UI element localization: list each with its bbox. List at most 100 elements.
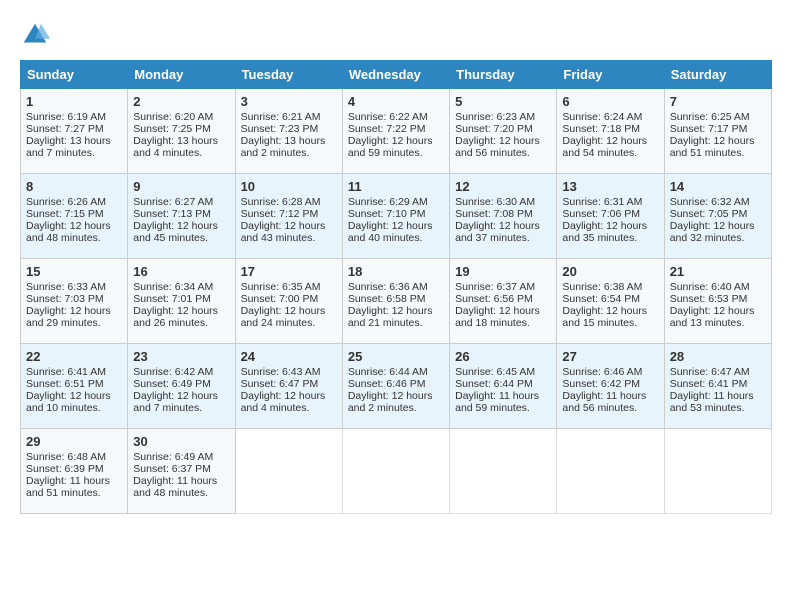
day-number: 10	[241, 179, 337, 194]
day-number: 14	[670, 179, 766, 194]
col-header-thursday: Thursday	[450, 61, 557, 89]
sunset-text: Sunset: 7:17 PM	[670, 123, 748, 135]
calendar-week-row: 22 Sunrise: 6:41 AM Sunset: 6:51 PM Dayl…	[21, 344, 772, 429]
sunset-text: Sunset: 7:06 PM	[562, 208, 640, 220]
day-number: 3	[241, 94, 337, 109]
calendar-cell	[342, 429, 449, 514]
calendar-cell: 24 Sunrise: 6:43 AM Sunset: 6:47 PM Dayl…	[235, 344, 342, 429]
sunrise-text: Sunrise: 6:23 AM	[455, 111, 535, 123]
calendar-cell: 10 Sunrise: 6:28 AM Sunset: 7:12 PM Dayl…	[235, 174, 342, 259]
sunset-text: Sunset: 6:56 PM	[455, 293, 533, 305]
calendar-week-row: 15 Sunrise: 6:33 AM Sunset: 7:03 PM Dayl…	[21, 259, 772, 344]
sunrise-text: Sunrise: 6:31 AM	[562, 196, 642, 208]
daylight-text: Daylight: 12 hours and 4 minutes.	[241, 390, 326, 414]
sunrise-text: Sunrise: 6:38 AM	[562, 281, 642, 293]
calendar-week-row: 29 Sunrise: 6:48 AM Sunset: 6:39 PM Dayl…	[21, 429, 772, 514]
day-number: 6	[562, 94, 658, 109]
logo	[20, 20, 54, 50]
daylight-text: Daylight: 12 hours and 37 minutes.	[455, 220, 540, 244]
calendar-cell: 15 Sunrise: 6:33 AM Sunset: 7:03 PM Dayl…	[21, 259, 128, 344]
sunrise-text: Sunrise: 6:49 AM	[133, 451, 213, 463]
sunset-text: Sunset: 7:00 PM	[241, 293, 319, 305]
sunrise-text: Sunrise: 6:35 AM	[241, 281, 321, 293]
page-header	[20, 20, 772, 50]
sunrise-text: Sunrise: 6:19 AM	[26, 111, 106, 123]
col-header-friday: Friday	[557, 61, 664, 89]
day-number: 28	[670, 349, 766, 364]
daylight-text: Daylight: 12 hours and 7 minutes.	[133, 390, 218, 414]
sunset-text: Sunset: 7:22 PM	[348, 123, 426, 135]
calendar-week-row: 8 Sunrise: 6:26 AM Sunset: 7:15 PM Dayli…	[21, 174, 772, 259]
sunrise-text: Sunrise: 6:41 AM	[26, 366, 106, 378]
sunset-text: Sunset: 7:27 PM	[26, 123, 104, 135]
sunset-text: Sunset: 6:37 PM	[133, 463, 211, 475]
sunrise-text: Sunrise: 6:26 AM	[26, 196, 106, 208]
col-header-tuesday: Tuesday	[235, 61, 342, 89]
calendar-cell: 9 Sunrise: 6:27 AM Sunset: 7:13 PM Dayli…	[128, 174, 235, 259]
sunset-text: Sunset: 7:18 PM	[562, 123, 640, 135]
sunset-text: Sunset: 7:15 PM	[26, 208, 104, 220]
calendar-cell: 30 Sunrise: 6:49 AM Sunset: 6:37 PM Dayl…	[128, 429, 235, 514]
calendar-cell: 26 Sunrise: 6:45 AM Sunset: 6:44 PM Dayl…	[450, 344, 557, 429]
day-number: 13	[562, 179, 658, 194]
sunrise-text: Sunrise: 6:48 AM	[26, 451, 106, 463]
sunrise-text: Sunrise: 6:20 AM	[133, 111, 213, 123]
calendar-cell: 28 Sunrise: 6:47 AM Sunset: 6:41 PM Dayl…	[664, 344, 771, 429]
sunset-text: Sunset: 6:41 PM	[670, 378, 748, 390]
daylight-text: Daylight: 12 hours and 48 minutes.	[26, 220, 111, 244]
sunrise-text: Sunrise: 6:25 AM	[670, 111, 750, 123]
sunset-text: Sunset: 7:12 PM	[241, 208, 319, 220]
calendar-cell: 22 Sunrise: 6:41 AM Sunset: 6:51 PM Dayl…	[21, 344, 128, 429]
calendar-cell: 3 Sunrise: 6:21 AM Sunset: 7:23 PM Dayli…	[235, 89, 342, 174]
day-number: 12	[455, 179, 551, 194]
calendar-cell: 7 Sunrise: 6:25 AM Sunset: 7:17 PM Dayli…	[664, 89, 771, 174]
calendar-cell: 6 Sunrise: 6:24 AM Sunset: 7:18 PM Dayli…	[557, 89, 664, 174]
sunrise-text: Sunrise: 6:45 AM	[455, 366, 535, 378]
daylight-text: Daylight: 11 hours and 51 minutes.	[26, 475, 110, 499]
calendar-cell: 16 Sunrise: 6:34 AM Sunset: 7:01 PM Dayl…	[128, 259, 235, 344]
daylight-text: Daylight: 12 hours and 13 minutes.	[670, 305, 755, 329]
sunrise-text: Sunrise: 6:46 AM	[562, 366, 642, 378]
sunset-text: Sunset: 7:25 PM	[133, 123, 211, 135]
daylight-text: Daylight: 12 hours and 18 minutes.	[455, 305, 540, 329]
day-number: 17	[241, 264, 337, 279]
daylight-text: Daylight: 12 hours and 24 minutes.	[241, 305, 326, 329]
sunset-text: Sunset: 7:20 PM	[455, 123, 533, 135]
calendar-cell: 13 Sunrise: 6:31 AM Sunset: 7:06 PM Dayl…	[557, 174, 664, 259]
daylight-text: Daylight: 12 hours and 32 minutes.	[670, 220, 755, 244]
calendar-cell: 2 Sunrise: 6:20 AM Sunset: 7:25 PM Dayli…	[128, 89, 235, 174]
col-header-wednesday: Wednesday	[342, 61, 449, 89]
day-number: 27	[562, 349, 658, 364]
daylight-text: Daylight: 12 hours and 15 minutes.	[562, 305, 647, 329]
calendar-table: SundayMondayTuesdayWednesdayThursdayFrid…	[20, 60, 772, 514]
day-number: 9	[133, 179, 229, 194]
sunset-text: Sunset: 6:47 PM	[241, 378, 319, 390]
sunset-text: Sunset: 7:13 PM	[133, 208, 211, 220]
day-number: 30	[133, 434, 229, 449]
sunset-text: Sunset: 6:51 PM	[26, 378, 104, 390]
col-header-sunday: Sunday	[21, 61, 128, 89]
sunset-text: Sunset: 7:08 PM	[455, 208, 533, 220]
daylight-text: Daylight: 12 hours and 10 minutes.	[26, 390, 111, 414]
day-number: 26	[455, 349, 551, 364]
day-number: 2	[133, 94, 229, 109]
calendar-cell: 5 Sunrise: 6:23 AM Sunset: 7:20 PM Dayli…	[450, 89, 557, 174]
daylight-text: Daylight: 12 hours and 59 minutes.	[348, 135, 433, 159]
daylight-text: Daylight: 12 hours and 51 minutes.	[670, 135, 755, 159]
calendar-cell: 8 Sunrise: 6:26 AM Sunset: 7:15 PM Dayli…	[21, 174, 128, 259]
calendar-header-row: SundayMondayTuesdayWednesdayThursdayFrid…	[21, 61, 772, 89]
daylight-text: Daylight: 12 hours and 54 minutes.	[562, 135, 647, 159]
calendar-cell: 19 Sunrise: 6:37 AM Sunset: 6:56 PM Dayl…	[450, 259, 557, 344]
sunrise-text: Sunrise: 6:40 AM	[670, 281, 750, 293]
day-number: 4	[348, 94, 444, 109]
sunrise-text: Sunrise: 6:28 AM	[241, 196, 321, 208]
sunset-text: Sunset: 6:49 PM	[133, 378, 211, 390]
daylight-text: Daylight: 12 hours and 21 minutes.	[348, 305, 433, 329]
sunset-text: Sunset: 6:42 PM	[562, 378, 640, 390]
sunset-text: Sunset: 7:05 PM	[670, 208, 748, 220]
day-number: 11	[348, 179, 444, 194]
sunset-text: Sunset: 7:23 PM	[241, 123, 319, 135]
col-header-monday: Monday	[128, 61, 235, 89]
day-number: 20	[562, 264, 658, 279]
day-number: 19	[455, 264, 551, 279]
